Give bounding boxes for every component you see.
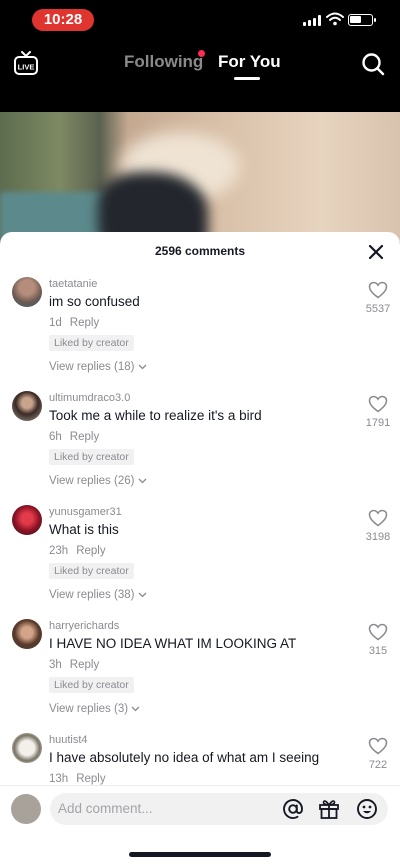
comment-text: I have absolutely no idea of what am I s… xyxy=(49,750,320,765)
like-count: 722 xyxy=(368,759,388,771)
comment-age: 6h xyxy=(49,431,62,443)
comment-text: Took me a while to realize it's a bird xyxy=(49,408,262,423)
heart-icon[interactable] xyxy=(368,623,388,641)
comment-text: im so confused xyxy=(49,294,140,309)
status-time: 10:28 xyxy=(32,9,94,31)
emoji-icon[interactable] xyxy=(356,798,378,820)
avatar[interactable] xyxy=(12,619,42,649)
avatar[interactable] xyxy=(12,277,42,307)
chevron-down-icon xyxy=(131,706,140,712)
like-count: 3198 xyxy=(365,531,391,543)
avatar[interactable] xyxy=(12,391,42,421)
comment-age: 13h xyxy=(49,773,69,785)
liked-by-creator-badge: Liked by creator xyxy=(49,335,134,351)
liked-by-creator-badge: Liked by creator xyxy=(49,677,134,693)
comment-username[interactable]: huutist4 xyxy=(49,734,88,746)
svg-text:LIVE: LIVE xyxy=(18,63,35,72)
comment-text: I HAVE NO IDEA WHAT IM LOOKING AT xyxy=(49,636,297,651)
video-preview[interactable] xyxy=(0,112,400,242)
comment-text: What is this xyxy=(49,522,119,537)
like-count: 315 xyxy=(368,645,388,657)
like-count: 1791 xyxy=(365,417,391,429)
comment-input[interactable]: Add comment... xyxy=(50,793,388,825)
gift-icon[interactable] xyxy=(318,798,340,820)
liked-by-creator-badge: Liked by creator xyxy=(49,449,134,465)
comment-meta: 13h Reply xyxy=(49,773,106,785)
wifi-icon xyxy=(326,12,344,26)
comment-username[interactable]: taetatanie xyxy=(49,278,97,290)
view-replies-label: View replies (18) xyxy=(49,361,135,373)
tab-for-you[interactable]: For You xyxy=(218,52,281,72)
status-bar: 10:28 xyxy=(0,0,400,40)
reply-button[interactable]: Reply xyxy=(70,659,99,671)
view-replies-label: View replies (26) xyxy=(49,475,135,487)
comment-meta: 6h Reply xyxy=(49,431,99,443)
comment-age: 23h xyxy=(49,545,69,557)
comment-input-bar: Add comment... xyxy=(0,785,400,864)
reply-button[interactable]: Reply xyxy=(70,431,99,443)
like-count: 5537 xyxy=(365,303,391,315)
signal-icon xyxy=(303,15,321,26)
top-nav: LIVE Following For You xyxy=(0,40,400,112)
comment-meta: 23h Reply xyxy=(49,545,106,557)
liked-by-creator-badge: Liked by creator xyxy=(49,563,134,579)
comments-header: 2596 comments xyxy=(0,232,400,270)
comment-age: 1d xyxy=(49,317,62,329)
reply-button[interactable]: Reply xyxy=(76,545,105,557)
avatar[interactable] xyxy=(12,505,42,535)
reply-button[interactable]: Reply xyxy=(76,773,105,785)
view-replies-button[interactable]: View replies (38) xyxy=(49,589,147,601)
comment-username[interactable]: yunusgamer31 xyxy=(49,506,122,518)
search-icon[interactable] xyxy=(361,52,385,76)
chevron-down-icon xyxy=(138,478,147,484)
reply-button[interactable]: Reply xyxy=(70,317,99,329)
home-indicator xyxy=(129,852,271,857)
view-replies-label: View replies (3) xyxy=(49,703,129,715)
comment-placeholder: Add comment... xyxy=(58,801,153,816)
heart-icon[interactable] xyxy=(368,395,388,413)
close-icon[interactable] xyxy=(368,244,384,260)
comment-meta: 3h Reply xyxy=(49,659,99,671)
comment-age: 3h xyxy=(49,659,62,671)
view-replies-label: View replies (38) xyxy=(49,589,135,601)
view-replies-button[interactable]: View replies (18) xyxy=(49,361,147,373)
avatar xyxy=(11,794,41,824)
heart-icon[interactable] xyxy=(368,509,388,527)
comment-item[interactable]: huutist4 I have absolutely no idea of wh… xyxy=(0,733,400,785)
comment-meta: 1d Reply xyxy=(49,317,99,329)
view-replies-button[interactable]: View replies (26) xyxy=(49,475,147,487)
chevron-down-icon xyxy=(138,592,147,598)
view-replies-button[interactable]: View replies (3) xyxy=(49,703,140,715)
active-tab-indicator xyxy=(234,77,260,80)
heart-icon[interactable] xyxy=(368,737,388,755)
notification-dot xyxy=(198,50,205,57)
comment-username[interactable]: harryerichards xyxy=(49,620,119,632)
comment-username[interactable]: ultimumdraco3.0 xyxy=(49,392,130,404)
chevron-down-icon xyxy=(138,364,147,370)
at-icon[interactable] xyxy=(282,798,304,820)
battery-icon xyxy=(348,14,376,26)
comments-sheet: 2596 comments taetatanie im so confused … xyxy=(0,232,400,864)
heart-icon[interactable] xyxy=(368,281,388,299)
comment-count: 2596 comments xyxy=(154,244,246,258)
tab-following[interactable]: Following xyxy=(124,52,203,72)
live-icon[interactable]: LIVE xyxy=(14,50,38,76)
avatar[interactable] xyxy=(12,733,42,763)
